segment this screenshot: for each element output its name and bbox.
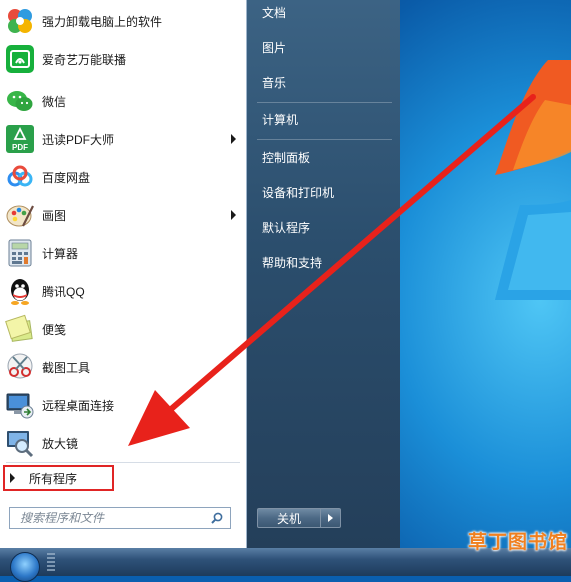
baidu-netdisk-icon (5, 162, 35, 192)
search-icon[interactable] (211, 512, 223, 524)
sticky-notes-icon (5, 314, 35, 344)
program-uninstaller[interactable]: 强力卸载电脑上的软件 (0, 2, 246, 40)
program-baidu-netdisk[interactable]: 百度网盘 (0, 158, 246, 196)
link-devices-printers[interactable]: 设备和打印机 (262, 182, 390, 204)
submenu-arrow-icon (231, 134, 236, 144)
link-default-programs[interactable]: 默认程序 (262, 217, 390, 239)
program-label: 放大镜 (42, 436, 79, 451)
calculator-icon (5, 238, 35, 268)
all-programs-button[interactable]: 所有程序 (3, 465, 114, 491)
qq-icon (5, 276, 35, 306)
search-box[interactable] (9, 507, 231, 529)
program-label: 迅读PDF大师 (42, 132, 115, 147)
system-links-pane: 文档 图片 音乐 计算机 控制面板 设备和打印机 默认程序 帮助和支持 (247, 0, 400, 548)
program-label: 远程桌面连接 (42, 398, 115, 413)
link-documents[interactable]: 文档 (262, 2, 390, 24)
start-button[interactable] (10, 552, 40, 582)
divider (6, 462, 240, 463)
program-label: 便笺 (42, 322, 67, 337)
program-label: 微信 (42, 94, 67, 109)
shutdown-options-button[interactable] (321, 508, 341, 528)
submenu-arrow-icon (231, 210, 236, 220)
program-iqiyi[interactable]: 爱奇艺万能联播 (0, 40, 246, 78)
program-label: 腾讯QQ (42, 284, 85, 299)
wechat-icon (5, 86, 35, 116)
program-label: 强力卸载电脑上的软件 (42, 14, 163, 29)
program-magnifier[interactable]: 放大镜 (0, 424, 246, 462)
snipping-tool-icon (5, 352, 35, 382)
divider (257, 139, 392, 140)
pdf-reader-icon: PDF (5, 124, 35, 154)
uninstaller-icon (5, 6, 35, 36)
paint-icon (5, 200, 35, 230)
watermark-text: 草丁图书馆 (468, 531, 569, 553)
link-control-panel[interactable]: 控制面板 (262, 147, 390, 169)
program-remote-desktop[interactable]: 远程桌面连接 (0, 386, 246, 424)
program-label: 画图 (42, 208, 67, 223)
pdf-icon-text: PDF (12, 143, 28, 152)
start-menu: 强力卸载电脑上的软件 爱奇艺万能联播 微信 PDF 迅读PDF大师 百度网盘 画… (0, 0, 400, 548)
shutdown-button[interactable]: 关机 (257, 508, 321, 528)
link-pictures[interactable]: 图片 (262, 37, 390, 59)
program-snipping-tool[interactable]: 截图工具 (0, 348, 246, 386)
watermark: 草丁图书馆 (468, 527, 568, 553)
iqiyi-icon (5, 44, 35, 74)
program-label: 爱奇艺万能联播 (42, 52, 127, 67)
program-calculator[interactable]: 计算器 (0, 234, 246, 272)
program-wechat[interactable]: 微信 (0, 82, 246, 120)
chevron-right-icon (328, 514, 333, 522)
program-label: 计算器 (42, 246, 79, 261)
magnifier-icon (5, 428, 35, 458)
program-sticky-notes[interactable]: 便笺 (0, 310, 246, 348)
divider (257, 102, 392, 103)
expand-arrow-icon (10, 473, 15, 483)
program-paint[interactable]: 画图 (0, 196, 246, 234)
program-qq[interactable]: 腾讯QQ (0, 272, 246, 310)
program-pdf-reader[interactable]: PDF 迅读PDF大师 (0, 120, 246, 158)
all-programs-label: 所有程序 (29, 471, 78, 486)
remote-desktop-icon (5, 390, 35, 420)
taskbar-grip[interactable] (47, 553, 55, 573)
link-computer[interactable]: 计算机 (262, 109, 390, 131)
link-music[interactable]: 音乐 (262, 72, 390, 94)
programs-pane: 强力卸载电脑上的软件 爱奇艺万能联播 微信 PDF 迅读PDF大师 百度网盘 画… (0, 0, 247, 548)
program-label: 截图工具 (42, 360, 91, 375)
shutdown-group: 关机 (257, 508, 341, 528)
link-help-support[interactable]: 帮助和支持 (262, 252, 390, 274)
program-label: 百度网盘 (42, 170, 91, 185)
search-input[interactable] (18, 510, 212, 526)
